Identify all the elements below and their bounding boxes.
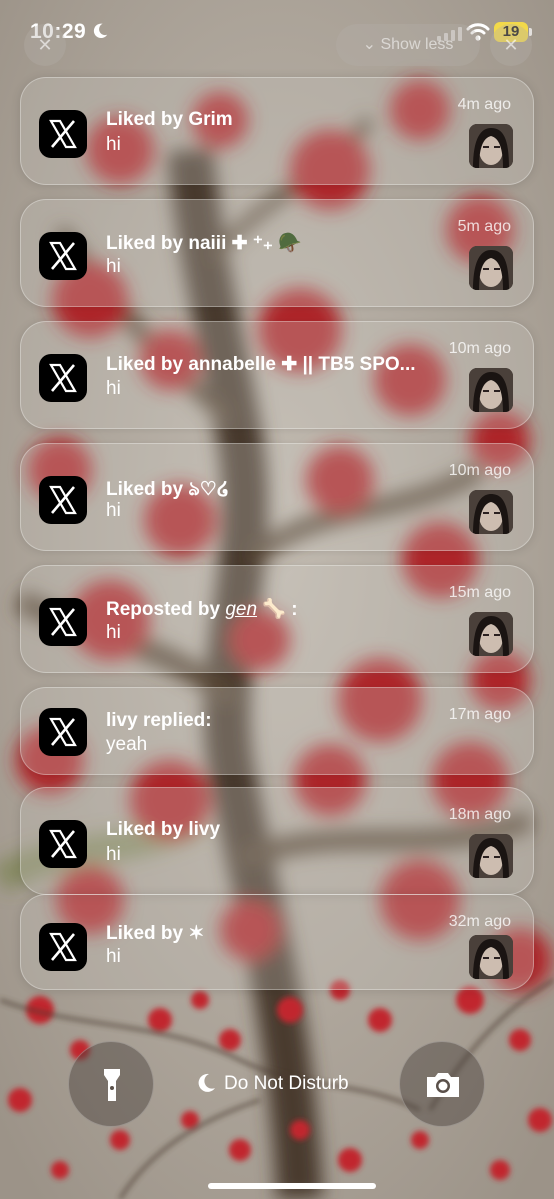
clear-stack-button[interactable]: ✕ (24, 24, 66, 66)
title-suffix: 🦴 : (257, 599, 298, 620)
x-app-icon (39, 923, 87, 971)
moon-icon (198, 1073, 215, 1092)
notification-card[interactable]: Reposted by gen 🦴 : hi 15m ago (20, 565, 534, 673)
x-app-icon (39, 476, 87, 524)
show-less-button[interactable]: ⌄ Show less (336, 24, 480, 66)
x-app-icon (39, 820, 87, 868)
camera-icon (427, 1073, 459, 1097)
clear-all-button[interactable]: ✕ (490, 24, 532, 66)
home-indicator[interactable] (208, 1183, 376, 1189)
notification-body: hi (106, 134, 121, 155)
notification-title: livy replied: (106, 710, 212, 731)
notification-title: Liked by naiii ✚ ⁺₊ 🪖 (106, 233, 302, 254)
user-avatar (469, 834, 513, 878)
flashlight-icon (104, 1069, 120, 1101)
notification-time: 5m ago (457, 218, 511, 235)
notification-title: Liked by ঌ♡໒ (106, 479, 229, 500)
flashlight-button[interactable] (68, 1041, 154, 1127)
user-avatar (469, 246, 513, 290)
user-avatar (469, 935, 513, 979)
notification-title: Liked by ✶ (106, 923, 205, 944)
notification-title: Liked by Grim (106, 109, 233, 130)
title-prefix: Reposted by (106, 599, 226, 620)
notification-time: 10m ago (448, 340, 511, 357)
x-app-icon (39, 598, 87, 646)
notification-body: hi (106, 844, 121, 865)
chevron-down-icon: ⌄ (362, 36, 381, 53)
notification-card[interactable]: Liked by annabelle ✚ || TB5 SPO... hi 10… (20, 321, 534, 429)
notification-time: 18m ago (448, 806, 511, 823)
user-avatar (469, 612, 513, 656)
notification-card[interactable]: Liked by Grim hi 4m ago (20, 77, 534, 185)
notification-body: hi (106, 500, 121, 521)
notification-body: yeah (106, 734, 148, 755)
notification-card[interactable]: Liked by ✶ hi 32m ago (20, 894, 534, 990)
camera-button[interactable] (399, 1041, 485, 1127)
x-app-icon (39, 708, 87, 756)
user-avatar (469, 368, 513, 412)
notification-title: Liked by livy (106, 819, 221, 840)
notification-card[interactable]: Liked by livy hi 18m ago (20, 787, 534, 895)
show-less-label: Show less (380, 36, 454, 53)
close-icon: ✕ (503, 35, 519, 55)
x-app-icon (39, 110, 87, 158)
notification-time: 32m ago (448, 913, 511, 930)
notification-title: Reposted by gen 🦴 : (106, 597, 436, 621)
user-avatar (469, 124, 513, 168)
notification-body: hi (106, 946, 121, 967)
notification-stack-controls: ✕ ⌄ Show less ✕ (0, 24, 554, 68)
x-app-icon (39, 232, 87, 280)
reposter-name: gen (225, 599, 258, 620)
notification-time: 15m ago (448, 584, 511, 601)
user-avatar (469, 490, 513, 534)
notification-time: 4m ago (457, 96, 511, 113)
x-app-icon (39, 354, 87, 402)
focus-mode-label: Do Not Disturb (224, 1073, 349, 1094)
notification-card[interactable]: livy replied: yeah 17m ago (20, 687, 534, 775)
notification-body: hi (106, 378, 121, 399)
notification-card[interactable]: Liked by naiii ✚ ⁺₊ 🪖 hi 5m ago (20, 199, 534, 307)
notification-body: hi (106, 622, 121, 643)
notification-time: 17m ago (448, 706, 511, 723)
close-icon: ✕ (37, 35, 53, 55)
notification-title: Liked by annabelle ✚ || TB5 SPO... (106, 354, 416, 375)
notification-body: hi (106, 256, 121, 277)
notification-time: 10m ago (448, 462, 511, 479)
notification-card[interactable]: Liked by ঌ♡໒ hi 10m ago (20, 443, 534, 551)
